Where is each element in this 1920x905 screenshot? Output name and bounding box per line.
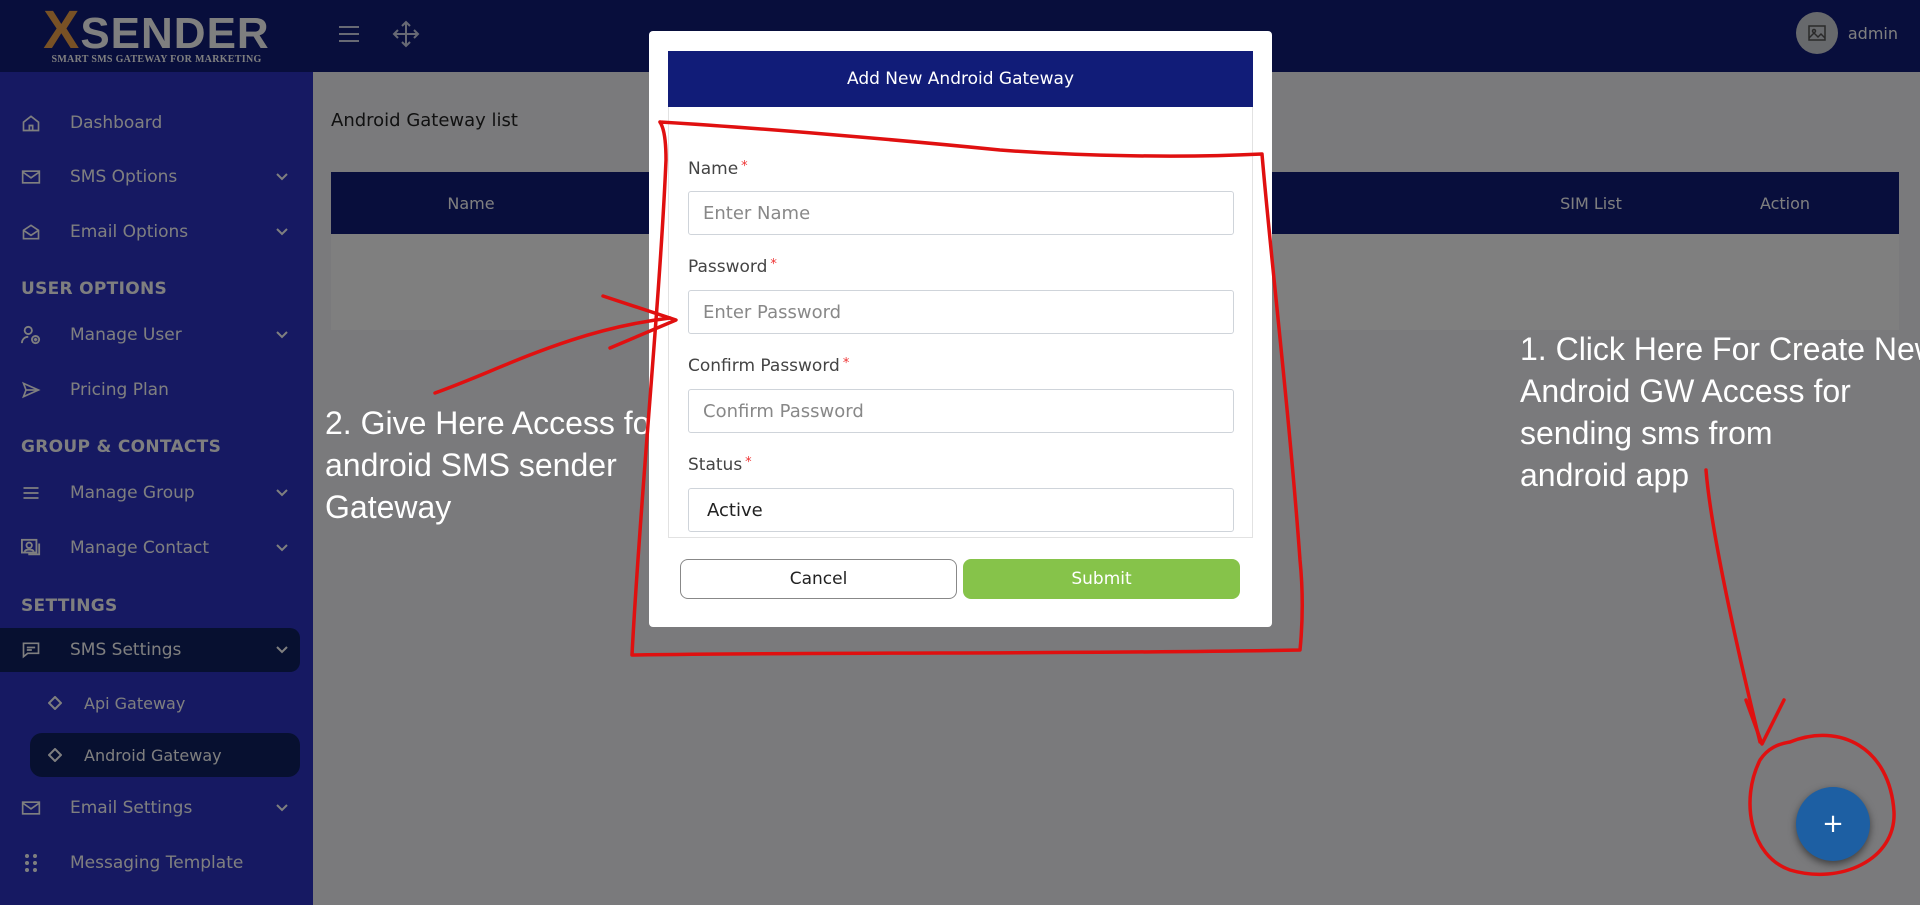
annotation-box <box>630 120 1305 657</box>
annotation-circle <box>1748 733 1896 876</box>
annotation-arrow-2 <box>433 316 672 395</box>
annotation-arrow-1 <box>1704 468 1762 744</box>
annotation-ink <box>433 120 1896 876</box>
